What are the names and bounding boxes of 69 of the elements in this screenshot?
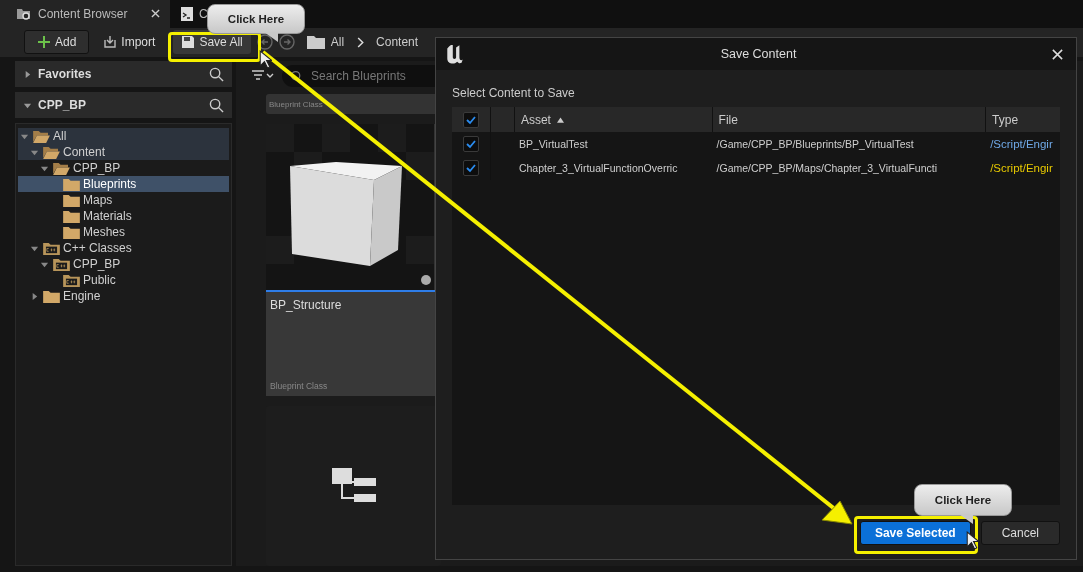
import-icon [103,35,118,50]
close-icon[interactable] [151,9,160,19]
table-cell-text: /Script/Engir [989,138,1054,150]
callout-tail [264,32,278,42]
forward-icon[interactable] [278,34,295,51]
panel-tab[interactable]: C [170,0,208,28]
tree-item[interactable]: CPP_BP [18,256,229,272]
save-selected-button[interactable]: Save Selected [859,521,971,545]
tree-item[interactable]: C++ Classes [18,240,229,256]
chevron-icon [356,36,365,48]
open-folder-icon [32,129,51,143]
tree-item[interactable]: All [18,128,229,144]
sort-icon [556,116,564,123]
add-button[interactable]: Add [24,30,90,55]
select-all-checkbox[interactable] [462,111,479,128]
panel-tab[interactable]: Content Browser [0,0,170,28]
table-cell-text: /Game/CPP_BP/Blueprints/BP_VirtualTest [715,138,915,150]
tree-item[interactable]: Engine [18,288,229,304]
row-checkbox[interactable] [462,136,479,152]
back-icon[interactable] [256,34,273,51]
dialog-prompt: Select Content to Save [452,86,576,100]
cpp-folder-icon [62,273,81,287]
search-icon[interactable] [209,66,224,82]
folder-icon [62,177,81,191]
tree-item[interactable]: Public [18,272,229,288]
cancel-button[interactable]: Cancel [980,521,1060,545]
tree-item[interactable]: Blueprints [18,176,229,192]
column-header[interactable]: File [711,107,986,132]
column-header[interactable]: Type [985,107,1060,132]
close-icon[interactable] [1051,47,1064,61]
tree-item[interactable]: CPP_BP [18,160,229,176]
section-header[interactable]: Favorites [15,61,232,87]
section-title: Favorites [38,67,92,81]
dialog-title: Save Content [719,47,798,61]
tree-item[interactable]: Content [18,144,229,160]
plus-icon [37,35,51,50]
table-cell-text: /Game/CPP_BP/Maps/Chapter_3_VirtualFuncti [715,162,938,174]
filter-icon[interactable] [250,69,276,83]
table-cell-text: /Script/Engir [989,162,1054,174]
cursor-icon [966,531,979,550]
collapsed-arrow-icon [30,291,39,301]
column-header[interactable]: Asset [513,107,712,132]
cpp-folder-icon [52,257,71,271]
tree-item[interactable]: Materials [18,208,229,224]
asset-type: Blueprint Class [270,381,329,391]
tree-item[interactable]: Meshes [18,224,229,240]
asset-name: BP_Structure [270,298,343,312]
search-icon [290,69,303,83]
open-folder-icon [42,145,61,159]
terminal-icon [179,5,195,22]
tree-item[interactable]: Maps [18,192,229,208]
table-cell-text: Chapter_3_VirtualFunctionOverric [517,162,679,174]
table-cell-text: BP_VirtualTest [517,138,589,150]
callout-tail [959,514,973,524]
save-icon [181,35,196,50]
row-checkbox[interactable] [462,160,479,176]
folder-icon [62,225,81,239]
folder-icon [62,209,81,223]
cpp-folder-icon [42,241,61,255]
section-header[interactable]: CPP_BP [15,92,232,118]
breadcrumb-item[interactable]: All [330,35,345,50]
folder-icon [42,289,61,303]
search-icon[interactable] [209,97,224,113]
section-title: CPP_BP [38,98,87,112]
breadcrumb-item[interactable]: Content [376,35,419,50]
open-folder-icon [52,161,71,175]
import-button[interactable]: Import [95,30,164,55]
folder-icon [306,34,325,51]
asset-type: Blueprint Class [269,99,323,109]
